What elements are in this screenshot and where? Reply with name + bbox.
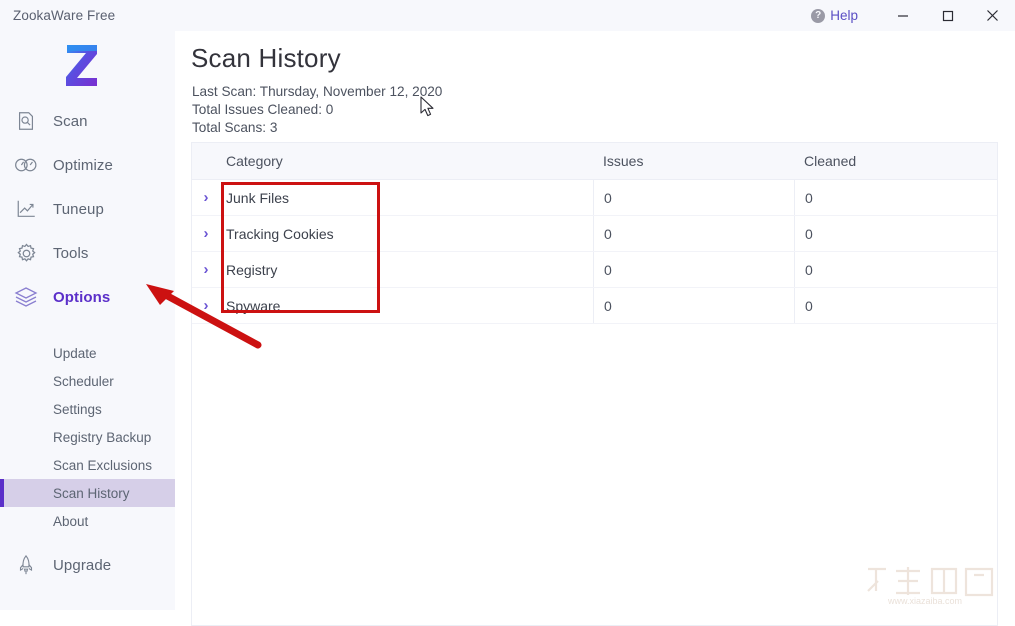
table-row[interactable]: › Spyware 0 0 (192, 288, 997, 324)
sidebar-item-about[interactable]: About (0, 507, 175, 535)
cell-issues: 0 (593, 180, 794, 215)
cell-cleaned: 0 (794, 252, 997, 287)
question-circle-icon: ? (811, 8, 826, 23)
cell-cleaned: 0 (794, 180, 997, 215)
sidebar-item-scan[interactable]: Scan (0, 99, 175, 143)
primary-nav: Scan Optimize Tuneup Tools Options (0, 99, 175, 319)
app-title: ZookaWare Free (13, 8, 116, 23)
help-button[interactable]: ? Help (811, 8, 858, 23)
last-scan-text: Last Scan: Thursday, November 12, 2020 (192, 84, 443, 99)
sidebar-item-label: Options (53, 288, 111, 306)
total-scans-text: Total Scans: 3 (192, 120, 278, 135)
cell-category: Junk Files (226, 189, 290, 206)
minimize-button[interactable] (880, 0, 925, 31)
sidebar: Scan Optimize Tuneup Tools Options Updat… (0, 31, 175, 610)
sub-item-label: About (53, 513, 89, 529)
sub-item-label: Scheduler (53, 373, 114, 389)
layers-icon (13, 284, 39, 310)
sidebar-item-label: Scan (53, 112, 88, 130)
cell-category: Tracking Cookies (226, 225, 334, 242)
close-button[interactable] (970, 0, 1015, 31)
help-label: Help (830, 8, 858, 23)
maximize-icon (942, 10, 953, 21)
sidebar-item-upgrade[interactable]: Upgrade (0, 545, 175, 585)
expand-chevron-icon[interactable]: › (192, 225, 220, 242)
sidebar-item-options[interactable]: Options (0, 275, 175, 319)
sub-item-label: Settings (53, 401, 102, 417)
rocket-icon (13, 552, 39, 578)
sidebar-item-tools[interactable]: Tools (0, 231, 175, 275)
scan-document-icon (13, 108, 39, 134)
sidebar-item-label: Tuneup (53, 200, 104, 218)
options-submenu: Update Scheduler Settings Registry Backu… (0, 339, 175, 535)
sidebar-item-scan-exclusions[interactable]: Scan Exclusions (0, 451, 175, 479)
gear-icon (13, 240, 39, 266)
sidebar-item-label: Optimize (53, 156, 113, 174)
sub-item-label: Registry Backup (53, 429, 152, 445)
gauge-icon (13, 152, 39, 178)
cell-category: Registry (226, 261, 278, 278)
page-title: Scan History (191, 43, 341, 73)
close-icon (987, 10, 998, 21)
table-row[interactable]: › Junk Files 0 0 (192, 180, 997, 216)
table-row[interactable]: › Registry 0 0 (192, 252, 997, 288)
sidebar-item-scheduler[interactable]: Scheduler (0, 367, 175, 395)
sub-item-label: Scan Exclusions (53, 457, 153, 473)
expand-chevron-icon[interactable]: › (192, 261, 220, 278)
table-empty-area (192, 324, 997, 626)
sidebar-item-tuneup[interactable]: Tuneup (0, 187, 175, 231)
sidebar-item-update[interactable]: Update (0, 339, 175, 367)
line-chart-icon (13, 196, 39, 222)
sidebar-item-label: Upgrade (53, 556, 112, 574)
scan-history-table: Category Issues Cleaned › Junk Files 0 0… (191, 142, 998, 626)
app-logo (66, 45, 97, 86)
column-header-category: Category (226, 153, 283, 169)
window-controls: ? Help (811, 0, 1015, 31)
table-header-row: Category Issues Cleaned (192, 143, 997, 180)
minimize-icon (897, 14, 908, 17)
sidebar-item-scan-history[interactable]: Scan History (0, 479, 175, 507)
maximize-button[interactable] (925, 0, 970, 31)
total-issues-cleaned-text: Total Issues Cleaned: 0 (192, 102, 334, 117)
sidebar-item-settings[interactable]: Settings (0, 395, 175, 423)
sub-item-label: Update (53, 345, 97, 361)
cell-issues: 0 (593, 216, 794, 251)
cell-issues: 0 (593, 288, 794, 323)
sub-item-label: Scan History (53, 485, 130, 501)
sidebar-item-label: Tools (53, 244, 89, 262)
cell-category: Spyware (226, 297, 281, 314)
column-header-issues: Issues (603, 153, 644, 169)
main-content: Scan History Last Scan: Thursday, Novemb… (175, 31, 1015, 626)
table-row[interactable]: › Tracking Cookies 0 0 (192, 216, 997, 252)
cell-issues: 0 (593, 252, 794, 287)
sidebar-item-optimize[interactable]: Optimize (0, 143, 175, 187)
title-bar: ZookaWare Free ? Help (0, 0, 1015, 31)
expand-chevron-icon[interactable]: › (192, 189, 220, 206)
cell-cleaned: 0 (794, 216, 997, 251)
sidebar-item-registry-backup[interactable]: Registry Backup (0, 423, 175, 451)
expand-chevron-icon[interactable]: › (192, 297, 220, 314)
cell-cleaned: 0 (794, 288, 997, 323)
column-header-cleaned: Cleaned (804, 153, 857, 169)
